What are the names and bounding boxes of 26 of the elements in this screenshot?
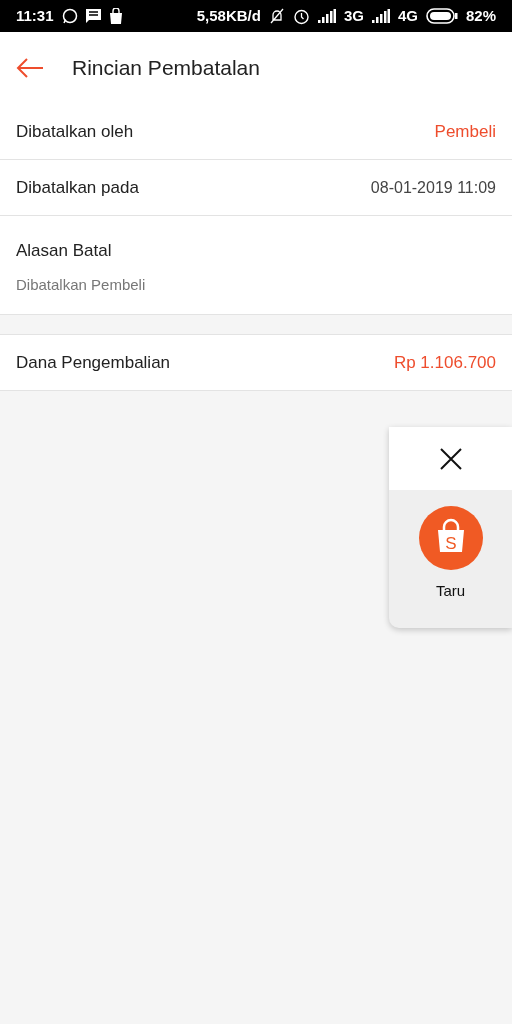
detail-label: Dibatalkan oleh <box>16 120 134 143</box>
detail-label: Alasan Batal <box>16 240 113 262</box>
chat-bubble-icon <box>61 8 78 24</box>
shopping-bag-icon[interactable]: S <box>418 506 483 570</box>
network-speed: 5,58KB/d <box>196 5 261 26</box>
clock: 11:31 <box>16 5 54 26</box>
network-type: 4G <box>397 5 418 26</box>
back-arrow-icon[interactable] <box>16 57 44 79</box>
signal-icon <box>371 9 390 23</box>
widget-label: Taru <box>435 581 466 601</box>
detail-value: Rp 1.106.700 <box>393 351 496 374</box>
network-type: 3G <box>343 5 364 26</box>
detail-label: Dibatalkan pada <box>16 176 139 199</box>
alarm-icon <box>292 7 310 25</box>
signal-icon <box>317 9 336 23</box>
muted-bell-icon <box>268 8 285 24</box>
battery-icon <box>425 8 458 24</box>
battery-percentage: 82% <box>465 5 496 26</box>
bag-icon <box>108 8 123 24</box>
detail-label: Dana Pengembalian <box>16 351 171 374</box>
page-title: Rincian Pembatalan <box>72 55 260 82</box>
detail-value: 08-01-2019 11:09 <box>370 177 496 198</box>
message-icon <box>85 9 101 23</box>
close-icon[interactable] <box>439 447 462 470</box>
detail-value: Dibatalkan Pembeli <box>16 274 147 295</box>
detail-value: Pembeli <box>434 120 496 143</box>
